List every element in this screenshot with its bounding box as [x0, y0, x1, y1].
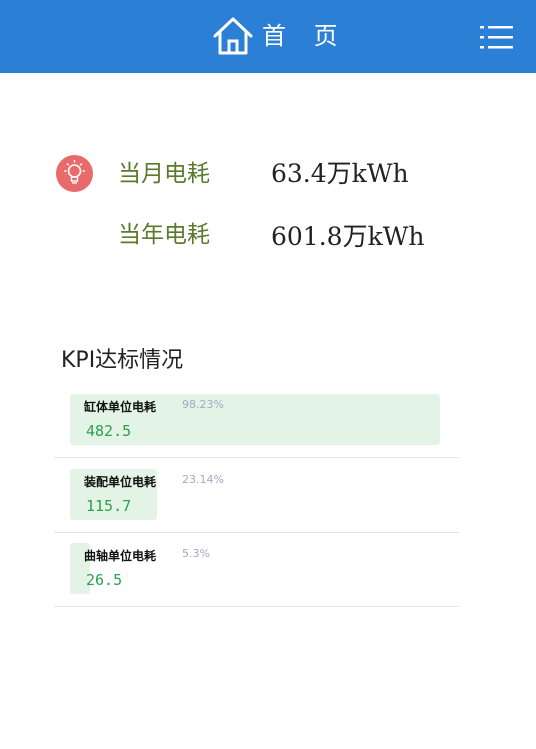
- kpi-item-name: 曲轴单位电耗: [84, 549, 157, 563]
- kpi-item-value: 482.5: [86, 422, 132, 440]
- list-menu-icon[interactable]: [480, 26, 513, 49]
- kpi-item-assembly[interactable]: 装配单位电耗 23.14% 115.7: [54, 458, 459, 533]
- kpi-item-value: 115.7: [86, 497, 132, 515]
- kpi-item-value: 26.5: [86, 571, 123, 589]
- kpi-section-title: KPI达标情况: [61, 348, 184, 373]
- page-title: 首 页: [262, 22, 348, 50]
- year-consumption-value: 601.8万kWh: [271, 222, 425, 251]
- year-consumption-label: 当年电耗: [118, 222, 210, 248]
- month-consumption-value: 63.4万kWh: [271, 159, 409, 188]
- month-consumption-label: 当月电耗: [118, 161, 210, 187]
- lightbulb-icon: [56, 155, 93, 192]
- kpi-item-percent: 5.3%: [182, 547, 210, 560]
- top-bar: 首 页: [0, 0, 536, 73]
- home-icon[interactable]: [212, 16, 254, 56]
- kpi-item-name: 缸体单位电耗: [84, 400, 157, 414]
- kpi-item-name: 装配单位电耗: [84, 475, 157, 489]
- kpi-item-percent: 98.23%: [182, 398, 224, 411]
- kpi-item-cylinder[interactable]: 缸体单位电耗 98.23% 482.5: [54, 383, 459, 458]
- kpi-item-percent: 23.14%: [182, 473, 224, 486]
- kpi-item-crankshaft[interactable]: 曲轴单位电耗 5.3% 26.5: [54, 532, 459, 607]
